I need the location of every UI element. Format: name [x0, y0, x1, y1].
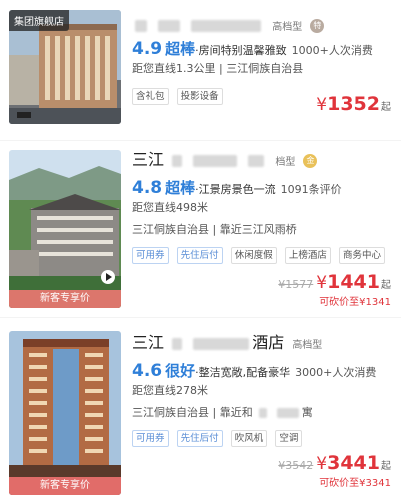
redacted-text [158, 19, 181, 32]
current-price: ¥1352 [316, 93, 380, 115]
location-line: 距您直线1.3公里 | 三江侗族自治县 [132, 62, 304, 75]
location-text: 寓 [301, 406, 313, 419]
review-snippet: ·整洁宽敞,配备豪华 [195, 366, 291, 379]
hotel-name: 高档型 特 [132, 14, 391, 36]
tag: 先住后付 [176, 247, 223, 264]
rating-score: 4.8 [132, 178, 163, 198]
hotel-photo[interactable]: 新客专享价 [9, 331, 121, 495]
hotel-name-text: 三江 [132, 150, 165, 169]
tag: 可用券 [132, 430, 169, 447]
rating-score: 4.6 [132, 361, 163, 381]
current-price: ¥3441 [316, 452, 380, 474]
new-customer-badge: 新客专享价 [9, 290, 121, 308]
hotel-photo[interactable]: 新客专享价 [9, 150, 121, 308]
rating-row: 4.8 超棒·江景房景色一流 1091条评价 [132, 177, 391, 199]
review-count: 3000+人次消费 [295, 366, 377, 379]
rating-row: 4.9 超棒·房间特别温馨雅致 1000+人次消费 [132, 38, 391, 60]
distance-line: 距您直线498米 [132, 201, 208, 214]
rating-row: 4.6 很好·整洁宽敞,配备豪华 3000+人次消费 [132, 360, 391, 382]
price-block: ¥1352起 [316, 93, 391, 115]
redacted-text [276, 408, 299, 418]
rating-grade: 超棒 [165, 179, 196, 197]
hotel-info: 高档型 特 4.9 超棒·房间特别温馨雅致 1000+人次消费 距您直线1.3公里 … [132, 14, 391, 105]
tag: 休闲度假 [230, 247, 277, 264]
review-snippet: ·房间特别温馨雅致 [195, 44, 287, 57]
video-play-icon[interactable] [101, 270, 115, 284]
redacted-text [193, 337, 250, 350]
redacted-text [193, 154, 238, 167]
new-customer-badge: 新客专享价 [9, 477, 121, 495]
tag: 含礼包 [132, 88, 169, 105]
rating-grade: 超棒 [165, 40, 196, 58]
hotel-info: 三江 档型 金 4.8 超棒·江景房景色一流 1091条评价 距您直线498米 三江… [132, 149, 391, 264]
tag-list: 可用券 先住后付 吹风机 空调 [132, 426, 391, 447]
distance-line: 距您直线278米 [132, 384, 208, 397]
location-line: 三江侗族自治县 | 靠近和 寓 [132, 404, 391, 422]
hotel-building-image [9, 150, 121, 308]
review-count: 1091条评价 [280, 183, 342, 196]
hotel-name: 三江 档型 金 [132, 149, 391, 171]
tag: 先住后付 [176, 430, 223, 447]
rating-grade: 很好 [165, 362, 196, 380]
hotel-photo[interactable]: 集团旗舰店 [9, 10, 121, 124]
hotel-name-text: 酒店 [252, 333, 285, 352]
price-block: ¥3542 ¥3441起 可砍价至¥3341 [278, 452, 391, 489]
hotel-info: 三江 酒店 高档型 4.6 很好·整洁宽敞,配备豪华 3000+人次消费 距您直线2… [132, 332, 391, 447]
price-block: ¥1577 ¥1441起 可砍价至¥1341 [278, 271, 391, 308]
hotel-tier: 高档型 [292, 340, 323, 351]
hotel-card[interactable]: 集团旗舰店 高档型 特 4.9 超棒·房间特别温馨雅致 1000+人次消费 距您直线… [0, 0, 401, 140]
hotel-card[interactable]: 新客专享价 三江 档型 金 4.8 超棒·江景房景色一流 1091条评价 距您直线4… [0, 141, 401, 317]
hotel-name: 三江 酒店 高档型 [132, 332, 391, 354]
redacted-text [135, 19, 147, 32]
flagship-badge: 集团旗舰店 [9, 10, 69, 31]
review-count: 1000+人次消费 [291, 44, 373, 57]
hotel-tier: 档型 [275, 157, 296, 168]
bargain-price: 可砍价至¥1341 [319, 297, 391, 308]
review-snippet: ·江景房景色一流 [195, 183, 276, 196]
tag: 空调 [275, 430, 303, 447]
medal-icon: 特 [310, 18, 325, 33]
hotel-card[interactable]: 新客专享价 三江 酒店 高档型 4.6 很好·整洁宽敞,配备豪华 3000+人次消费… [0, 318, 401, 500]
redacted-text [172, 154, 183, 167]
current-price: ¥1441 [316, 271, 380, 293]
tag: 吹风机 [230, 430, 268, 447]
original-price: ¥3542 [278, 459, 314, 472]
original-price: ¥1577 [278, 278, 314, 291]
tag: 投影设备 [176, 88, 223, 105]
tag-list: 可用券 先住后付 休闲度假 上榜酒店 商务中心 [132, 243, 391, 264]
hotel-building-image [9, 331, 121, 495]
redacted-text [259, 408, 268, 418]
bargain-price: 可砍价至¥3341 [319, 478, 391, 489]
rating-score: 4.9 [132, 39, 163, 59]
hotel-name-text: 三江 [132, 333, 165, 352]
tag: 可用券 [132, 247, 169, 264]
tag: 商务中心 [338, 247, 385, 264]
tag: 上榜酒店 [284, 247, 331, 264]
redacted-text [248, 154, 265, 167]
location-text: 三江侗族自治县 | 靠近和 [132, 406, 253, 419]
location-line: 三江侗族自治县 | 靠近三江风雨桥 [132, 223, 297, 236]
redacted-text [172, 337, 183, 350]
hotel-list: 集团旗舰店 高档型 特 4.9 超棒·房间特别温馨雅致 1000+人次消费 距您直线… [0, 0, 401, 500]
redacted-text [191, 19, 262, 32]
hotel-tier: 高档型 [272, 22, 303, 33]
medal-icon: 金 [303, 153, 318, 168]
